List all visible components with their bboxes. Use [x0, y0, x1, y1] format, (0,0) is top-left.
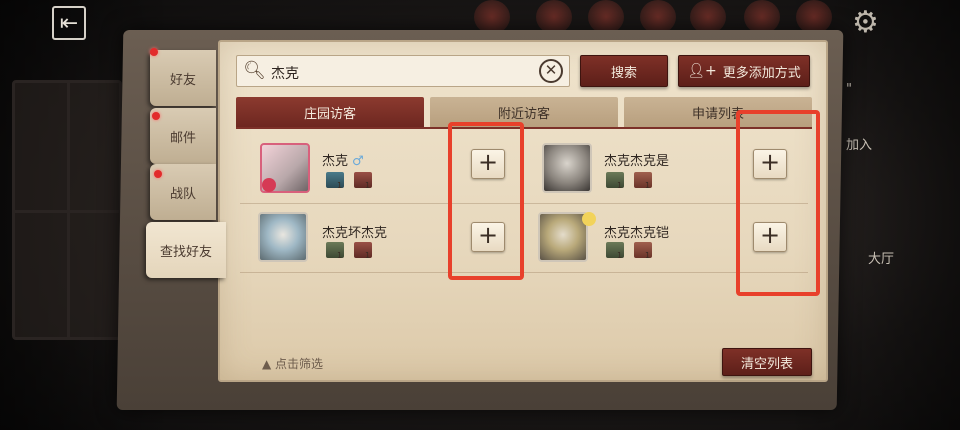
search-icon: 🔍︎ — [243, 60, 266, 81]
rank-badge-level: 1 — [365, 251, 371, 260]
background-window — [12, 80, 122, 340]
more-add-button[interactable]: 👤︎+ 更多添加方式 — [678, 55, 810, 87]
player-name[interactable]: 杰克杰克是 — [604, 150, 669, 169]
right-hint: " — [846, 82, 852, 97]
more-add-label: 更多添加方式 — [722, 65, 801, 81]
right-hint[interactable]: 加入 — [846, 134, 872, 153]
side-tab-label: 查找好友 — [159, 244, 212, 260]
avatar[interactable] — [258, 212, 308, 262]
notification-dot — [154, 170, 162, 178]
triangle-up-icon: ▲ — [262, 357, 276, 371]
side-tab-label: 邮件 — [169, 130, 196, 146]
notification-dot — [152, 112, 160, 120]
rank-badge-level: 1 — [337, 251, 343, 260]
male-icon: ♂ — [352, 154, 364, 169]
tab-manor-visitors[interactable]: 庄园访客 — [236, 97, 424, 127]
highlight-box — [448, 122, 524, 280]
add-friend-icon: 👤︎+ — [687, 63, 717, 79]
top-deco-icon — [796, 0, 832, 34]
player-name[interactable]: 杰克杰克铠 — [604, 222, 669, 241]
side-tab-find-friends[interactable]: 查找好友 — [146, 222, 226, 278]
top-deco-icon — [690, 0, 726, 34]
top-deco-icon — [536, 0, 572, 34]
avatar[interactable] — [538, 212, 588, 262]
top-deco-icon — [640, 0, 676, 34]
online-dot-icon — [582, 212, 596, 226]
side-tab-label: 好友 — [169, 72, 196, 88]
top-deco-icon — [474, 0, 510, 34]
play-badge-icon — [262, 178, 276, 192]
row-divider — [240, 203, 808, 204]
rank-badge-level: 1 — [617, 251, 623, 260]
rank-badge-level: 1 — [617, 181, 623, 190]
clear-icon[interactable]: ✕ — [539, 59, 563, 83]
side-tab-label: 战队 — [169, 186, 196, 202]
player-name[interactable]: 杰克坏杰克 — [322, 222, 387, 241]
rank-badge-level: 1 — [645, 251, 651, 260]
side-tab-friends[interactable]: 好友 — [150, 50, 216, 106]
filter-toggle[interactable]: ▲ 点击筛选 — [262, 355, 323, 372]
top-deco-icon — [588, 0, 624, 34]
gear-icon[interactable]: ⚙ — [852, 6, 879, 40]
exit-door-icon[interactable]: ⇤ — [52, 6, 86, 40]
rank-badge-level: 1 — [337, 181, 343, 190]
search-value: 杰克 — [271, 66, 299, 82]
filter-label: 点击筛选 — [275, 357, 324, 371]
avatar[interactable] — [542, 143, 592, 193]
right-hint[interactable]: 大厅 — [868, 248, 894, 267]
rank-badge-level: 1 — [645, 181, 651, 190]
search-input[interactable]: 🔍︎ 杰克 ✕ — [236, 55, 570, 87]
top-deco-icon — [744, 0, 780, 34]
notification-dot — [150, 48, 158, 56]
rank-badge-level: 1 — [365, 181, 371, 190]
row-divider — [240, 272, 808, 273]
player-name-text: 杰克 — [322, 154, 349, 169]
search-button[interactable]: 搜索 — [580, 55, 668, 87]
highlight-box — [736, 110, 820, 296]
clear-list-button[interactable]: 清空列表 — [722, 348, 812, 376]
player-name[interactable]: 杰克 ♂ — [322, 150, 364, 169]
